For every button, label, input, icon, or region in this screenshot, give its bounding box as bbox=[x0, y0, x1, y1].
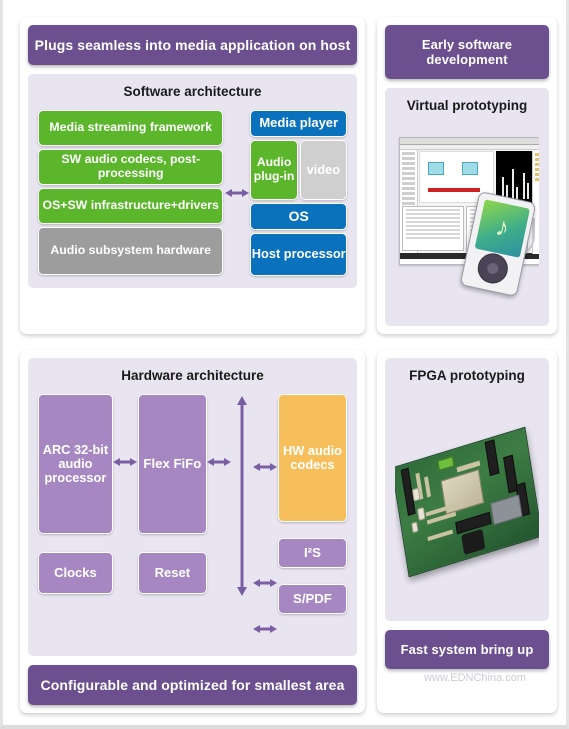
fpga-development-board bbox=[395, 426, 539, 577]
block-os-sw-infrastructure: OS+SW infrastructure+drivers bbox=[38, 188, 224, 224]
block-sw-audio-codecs: SW audio codecs, post-processing bbox=[38, 149, 224, 185]
connector-fifo-bus bbox=[207, 394, 232, 468]
block-audio-subsystem-hardware: Audio subsystem hardware bbox=[38, 227, 224, 275]
media-player-children: Audio plug-in video bbox=[250, 140, 347, 200]
software-right-stack: Media player Audio plug-in video OS Host… bbox=[250, 110, 347, 276]
bidirectional-arrow-icon bbox=[207, 458, 232, 466]
bus-peripheral-connectors bbox=[253, 394, 278, 644]
panel-row-bottom: Hardware architecture ARC 32-bit audio p… bbox=[20, 350, 557, 713]
connector-processor-fifo bbox=[113, 394, 138, 468]
panel-fpga-prototyping: FPGA prototyping Fast system bring up bbox=[377, 350, 557, 713]
banner-fast-system-bring-up: Fast system bring up bbox=[385, 630, 549, 669]
block-flex-fifo: Flex FiFo bbox=[137, 394, 207, 534]
bidirectional-arrow-icon bbox=[113, 458, 138, 466]
title-hardware-architecture: Hardware architecture bbox=[121, 368, 264, 383]
block-media-player: Media player bbox=[250, 110, 347, 137]
fpga-board-image bbox=[395, 394, 539, 609]
panel-hardware-architecture: Hardware architecture ARC 32-bit audio p… bbox=[20, 350, 365, 713]
banner-software: Plugs seamless into media application on… bbox=[28, 25, 357, 65]
bidirectional-arrow-icon bbox=[253, 579, 278, 587]
panel-software-architecture: Plugs seamless into media application on… bbox=[20, 17, 365, 334]
software-left-stack: Media streaming framework SW audio codec… bbox=[38, 110, 224, 276]
block-reset: Reset bbox=[137, 552, 207, 594]
hardware-column-processor: ARC 32-bit audio processor Clocks bbox=[38, 394, 113, 594]
software-inner: Software architecture Media streaming fr… bbox=[28, 74, 357, 288]
hardware-block-diagram: ARC 32-bit audio processor Clocks Flex F… bbox=[38, 394, 347, 644]
panel-virtual-prototyping: Early software development Virtual proto… bbox=[377, 17, 557, 334]
connector-bus-codecs bbox=[253, 452, 278, 482]
virtual-inner: Virtual prototyping ♪ bbox=[385, 88, 549, 326]
bidirectional-arrow-icon bbox=[224, 189, 249, 197]
block-audio-plug-in: Audio plug-in bbox=[250, 140, 298, 200]
fpga-inner: FPGA prototyping bbox=[385, 358, 549, 621]
block-os: OS bbox=[250, 203, 347, 230]
banner-configurable-optimized: Configurable and optimized for smallest … bbox=[28, 665, 357, 705]
audio-jack bbox=[461, 528, 486, 555]
block-hw-audio-codecs: HW audio codecs bbox=[277, 394, 347, 522]
banner-early-software-development: Early software development bbox=[385, 25, 549, 79]
click-wheel bbox=[475, 250, 511, 287]
panel-row-top: Plugs seamless into media application on… bbox=[20, 17, 557, 334]
block-media-streaming-framework: Media streaming framework bbox=[38, 110, 224, 146]
connector-bus-spdif bbox=[253, 614, 278, 644]
bidirectional-arrow-icon bbox=[253, 463, 278, 471]
hardware-column-fifo: Flex FiFo Reset bbox=[137, 394, 207, 594]
block-clocks: Clocks bbox=[38, 552, 113, 594]
hardware-vertical-bus bbox=[232, 394, 253, 596]
panels-grid: Plugs seamless into media application on… bbox=[20, 17, 557, 713]
title-software-architecture: Software architecture bbox=[123, 84, 262, 99]
block-video: video bbox=[299, 140, 347, 200]
title-virtual-prototyping: Virtual prototyping bbox=[406, 98, 528, 113]
hardware-inner: Hardware architecture ARC 32-bit audio p… bbox=[28, 358, 357, 656]
title-fpga-prototyping: FPGA prototyping bbox=[409, 368, 525, 383]
bidirectional-arrow-icon bbox=[253, 625, 278, 633]
block-i2s: I²S bbox=[277, 538, 347, 568]
vertical-bidirectional-arrow-icon bbox=[237, 396, 248, 596]
diagram-canvas: Plugs seamless into media application on… bbox=[0, 0, 569, 729]
connector-bus-i2s bbox=[253, 568, 278, 598]
music-note-icon: ♪ bbox=[493, 210, 513, 243]
software-stack-wrap: Media streaming framework SW audio codec… bbox=[38, 110, 347, 276]
virtual-prototyping-image: ♪ bbox=[395, 124, 539, 314]
block-spdif: S/PDF bbox=[277, 584, 347, 614]
hardware-column-peripherals: HW audio codecs I²S S/PDF bbox=[277, 394, 347, 614]
software-connector bbox=[223, 110, 250, 276]
block-host-processor: Host processor bbox=[250, 233, 347, 276]
block-arc-audio-processor: ARC 32-bit audio processor bbox=[38, 394, 113, 534]
